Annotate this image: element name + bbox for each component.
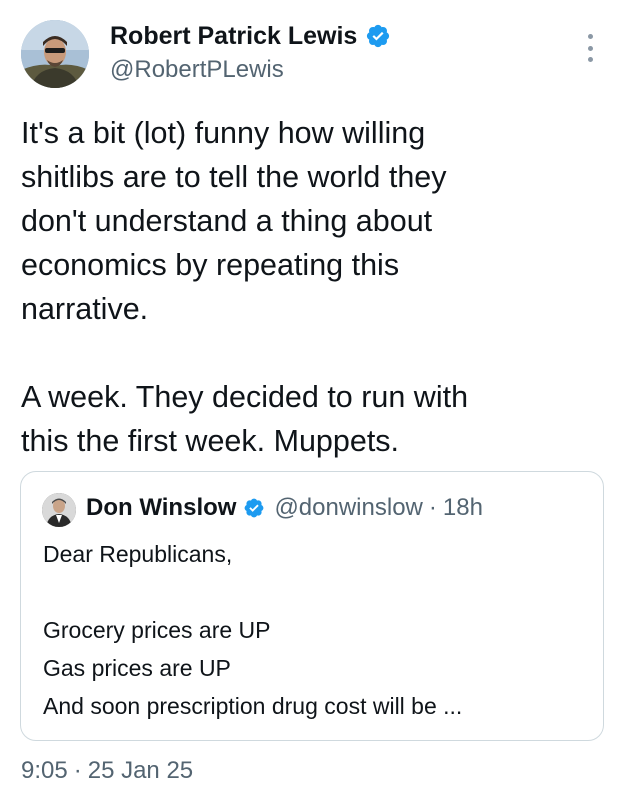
more-vertical-icon[interactable] (583, 34, 597, 62)
quoted-tweet-text: Dear Republicans, Grocery prices are UP … (43, 541, 463, 719)
tweet-time[interactable]: 9:05 (21, 757, 68, 784)
more-dot (587, 45, 593, 51)
author-name[interactable]: Robert Patrick Lewis (110, 20, 391, 52)
author-handle[interactable]: @RobertPLewis (110, 55, 284, 85)
quoted-author-name[interactable]: Don Winslow (86, 491, 236, 525)
verified-badge-icon (245, 498, 264, 518)
tweet-date[interactable]: 25 Jan 25 (88, 757, 193, 784)
tweet-detail: Robert Patrick Lewis @RobertPLewis It's … (0, 0, 625, 800)
quoted-timestamp[interactable]: 18h (443, 491, 483, 525)
quoted-tweet-card[interactable]: Don Winslow @donwinslow · 18h Dear Repub… (20, 471, 604, 741)
tweet-timestamp[interactable]: 9:05 · 25 Jan 25 (21, 755, 193, 787)
quoted-author-avatar[interactable] (42, 493, 76, 527)
more-dot (587, 57, 593, 62)
quoted-tweet-header: Don Winslow @donwinslow · 18h (86, 491, 483, 525)
timestamp-separator: · (73, 757, 82, 784)
author-avatar[interactable] (21, 20, 89, 88)
tweet-text: It's a bit (lot) funny how willing shitl… (21, 116, 469, 458)
verified-badge-icon (367, 24, 390, 48)
quoted-author-handle[interactable]: @donwinslow (274, 491, 422, 525)
author-name-text[interactable]: Robert Patrick Lewis (110, 20, 357, 52)
quoted-separator: · (428, 494, 437, 521)
more-dot (587, 34, 593, 39)
